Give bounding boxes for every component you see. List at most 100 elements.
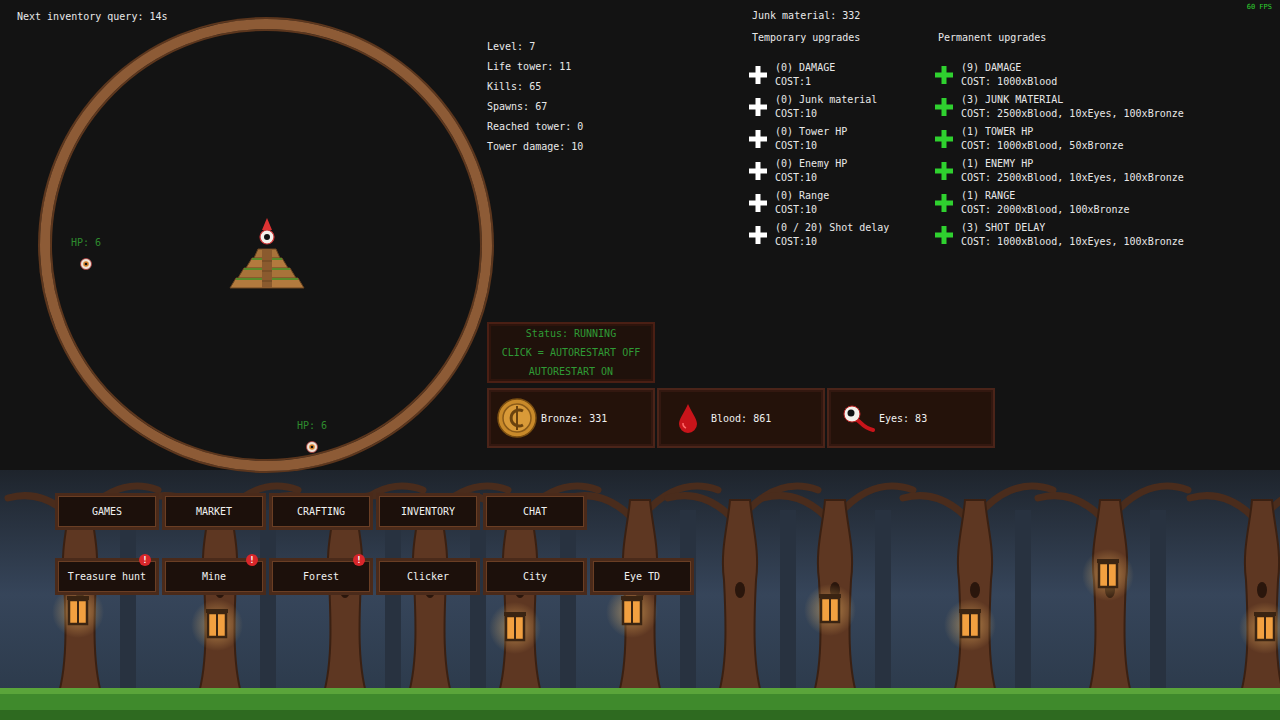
menu-button[interactable]: CHAT xyxy=(483,493,587,530)
arena-column: HP: 6 HP: 6 Next inventory query: 14s xyxy=(0,0,487,470)
blood-drop-icon xyxy=(678,403,698,433)
game-button[interactable]: City xyxy=(483,558,587,595)
upgrade-text: (0) RangeCOST:10 xyxy=(775,189,829,217)
enemy-hp-label: HP: 6 xyxy=(71,236,101,250)
menu-button[interactable]: MARKET xyxy=(162,493,266,530)
enemy-hp-label: HP: 6 xyxy=(297,419,327,433)
column-title: Temporary upgrades xyxy=(752,31,938,45)
enemy: HP: 6 xyxy=(66,236,106,270)
alert-badge: ! xyxy=(246,554,258,566)
eyeball-icon xyxy=(306,441,318,453)
game-label: Clicker xyxy=(407,571,449,582)
permanent-upgrades: Permanent upgrades (9) DAMAGECOST: 1000xB… xyxy=(938,31,1280,253)
upgrade-cost: COST: 2500xBlood, 10xEyes, 100xBronze xyxy=(961,107,1184,121)
alert-badge: ! xyxy=(139,554,151,566)
plus-icon[interactable] xyxy=(934,97,954,117)
enemy: HP: 6 xyxy=(292,419,332,453)
resource-box: Bronze: 331 xyxy=(487,388,655,448)
upgrades-panel: Junk material: 332Temporary upgrades(0) … xyxy=(752,0,1280,322)
upgrade-text: (0) Tower HPCOST:10 xyxy=(775,125,847,153)
plus-icon[interactable] xyxy=(934,65,954,85)
upgrade-row: (0) RangeCOST:10 xyxy=(752,189,938,217)
status-box[interactable]: Status: RUNNINGCLICK = AUTORESTART OFFAU… xyxy=(487,322,655,383)
upgrade-name: (0) DAMAGE xyxy=(775,61,835,75)
game-label: Treasure hunt xyxy=(68,571,146,582)
navigation: GAMESMARKETCRAFTINGINVENTORYCHAT Treasure… xyxy=(0,470,1280,720)
menu-button[interactable]: INVENTORY xyxy=(376,493,480,530)
upgrade-row: (3) SHOT DELAYCOST: 1000xBlood, 10xEyes,… xyxy=(938,221,1280,249)
column-title: Permanent upgrades xyxy=(938,31,1280,45)
games-menu: Treasure hunt!Mine!Forest! Clicker City Eye… xyxy=(55,558,1280,595)
upgrade-columns: Temporary upgrades (0) DAMAGECOST:1 (0) Ju… xyxy=(752,31,1280,253)
upgrade-text: (1) TOWER HPCOST: 1000xBlood, 50xBronze xyxy=(961,125,1124,153)
upgrade-row: (0) DAMAGECOST:1 xyxy=(752,61,938,89)
upgrade-cost: COST: 2500xBlood, 10xEyes, 100xBronze xyxy=(961,171,1184,185)
plus-icon[interactable] xyxy=(934,161,954,181)
resource-box: Blood: 861 xyxy=(657,388,825,448)
plus-icon[interactable] xyxy=(748,193,768,213)
upgrade-text: (1) RANGECOST: 2000xBlood, 100xBronze xyxy=(961,189,1130,217)
upgrade-name: (3) SHOT DELAY xyxy=(961,221,1184,235)
plus-icon[interactable] xyxy=(748,161,768,181)
upgrade-cost: COST:10 xyxy=(775,139,847,153)
upgrade-row: (9) DAMAGECOST: 1000xBlood xyxy=(938,61,1280,89)
upgrade-cost: COST:10 xyxy=(775,171,847,185)
upgrade-text: (0) Junk materialCOST:10 xyxy=(775,93,877,121)
resource-box: Eyes: 83 xyxy=(827,388,995,448)
game-screen: 60 FPSHP: 6HP: 6Next inventory query: 14… xyxy=(0,0,1280,720)
upgrade-text: (1) ENEMY HPCOST: 2500xBlood, 10xEyes, 1… xyxy=(961,157,1184,185)
upgrade-row: (1) ENEMY HPCOST: 2500xBlood, 10xEyes, 1… xyxy=(938,157,1280,185)
upgrade-row: (1) TOWER HPCOST: 1000xBlood, 50xBronze xyxy=(938,125,1280,153)
upgrade-text: (0) Enemy HPCOST:10 xyxy=(775,157,847,185)
upgrade-cost: COST: 1000xBlood, 10xEyes, 100xBronze xyxy=(961,235,1184,249)
upgrade-row: (3) JUNK MATERIALCOST: 2500xBlood, 10xEy… xyxy=(938,93,1280,121)
upgrade-name: (1) TOWER HP xyxy=(961,125,1124,139)
plus-icon[interactable] xyxy=(748,129,768,149)
resource-label: Bronze: 331 xyxy=(541,413,607,424)
game-button[interactable]: Clicker xyxy=(376,558,480,595)
game-label: Mine xyxy=(202,571,226,582)
upgrade-name: (0) Tower HP xyxy=(775,125,847,139)
resource-label: Eyes: 83 xyxy=(879,413,927,424)
top-section: HP: 6 HP: 6 Next inventory query: 14s Level… xyxy=(0,0,1280,470)
upgrade-cost: COST:1 xyxy=(775,75,835,89)
upgrade-row: (0 / 20) Shot delayCOST:10 xyxy=(752,221,938,249)
temporary-upgrades: Temporary upgrades (0) DAMAGECOST:1 (0) Ju… xyxy=(752,31,938,253)
status-line: Status: RUNNING xyxy=(489,324,653,343)
arena[interactable]: HP: 6 HP: 6 xyxy=(0,0,487,470)
upgrade-cost: COST:10 xyxy=(775,107,877,121)
upgrade-name: (0) Enemy HP xyxy=(775,157,847,171)
forest-section: GAMESMARKETCRAFTINGINVENTORYCHAT Treasure… xyxy=(0,470,1280,720)
bronze-coin-icon xyxy=(497,398,537,438)
stat-line: Reached tower: 0 xyxy=(487,117,752,137)
plus-icon[interactable] xyxy=(748,97,768,117)
upgrade-row: (0) Tower HPCOST:10 xyxy=(752,125,938,153)
game-label: Forest xyxy=(303,571,339,582)
stat-line: Life tower: 11 xyxy=(487,57,752,77)
upgrade-cost: COST:10 xyxy=(775,203,829,217)
stat-line: Tower damage: 10 xyxy=(487,137,752,157)
menu-button[interactable]: CRAFTING xyxy=(269,493,373,530)
plus-icon[interactable] xyxy=(934,193,954,213)
upgrade-text: (3) SHOT DELAYCOST: 1000xBlood, 10xEyes,… xyxy=(961,221,1184,249)
upgrade-name: (0) Range xyxy=(775,189,829,203)
game-button[interactable]: Mine! xyxy=(162,558,266,595)
game-button[interactable]: Treasure hunt! xyxy=(55,558,159,595)
plus-icon[interactable] xyxy=(748,65,768,85)
plus-icon[interactable] xyxy=(934,129,954,149)
plus-icon[interactable] xyxy=(934,225,954,245)
game-label: City xyxy=(523,571,547,582)
stats-list: Level: 7Life tower: 11Kills: 65Spawns: 6… xyxy=(487,0,752,322)
upgrade-cost: COST:10 xyxy=(775,235,889,249)
resources-row: Bronze: 331 Blood: 861 Eyes: 83 xyxy=(487,388,1280,448)
control-column: Level: 7Life tower: 11Kills: 65Spawns: 6… xyxy=(487,0,1280,470)
upgrade-row: (0) Junk materialCOST:10 xyxy=(752,93,938,121)
upgrade-name: (0) Junk material xyxy=(775,93,877,107)
upgrade-text: (0 / 20) Shot delayCOST:10 xyxy=(775,221,889,249)
game-button[interactable]: Forest! xyxy=(269,558,373,595)
menu-button[interactable]: GAMES xyxy=(55,493,159,530)
game-button[interactable]: Eye TD xyxy=(590,558,694,595)
upgrade-text: (0) DAMAGECOST:1 xyxy=(775,61,835,89)
inventory-query-timer: Next inventory query: 14s xyxy=(0,0,168,24)
plus-icon[interactable] xyxy=(748,225,768,245)
